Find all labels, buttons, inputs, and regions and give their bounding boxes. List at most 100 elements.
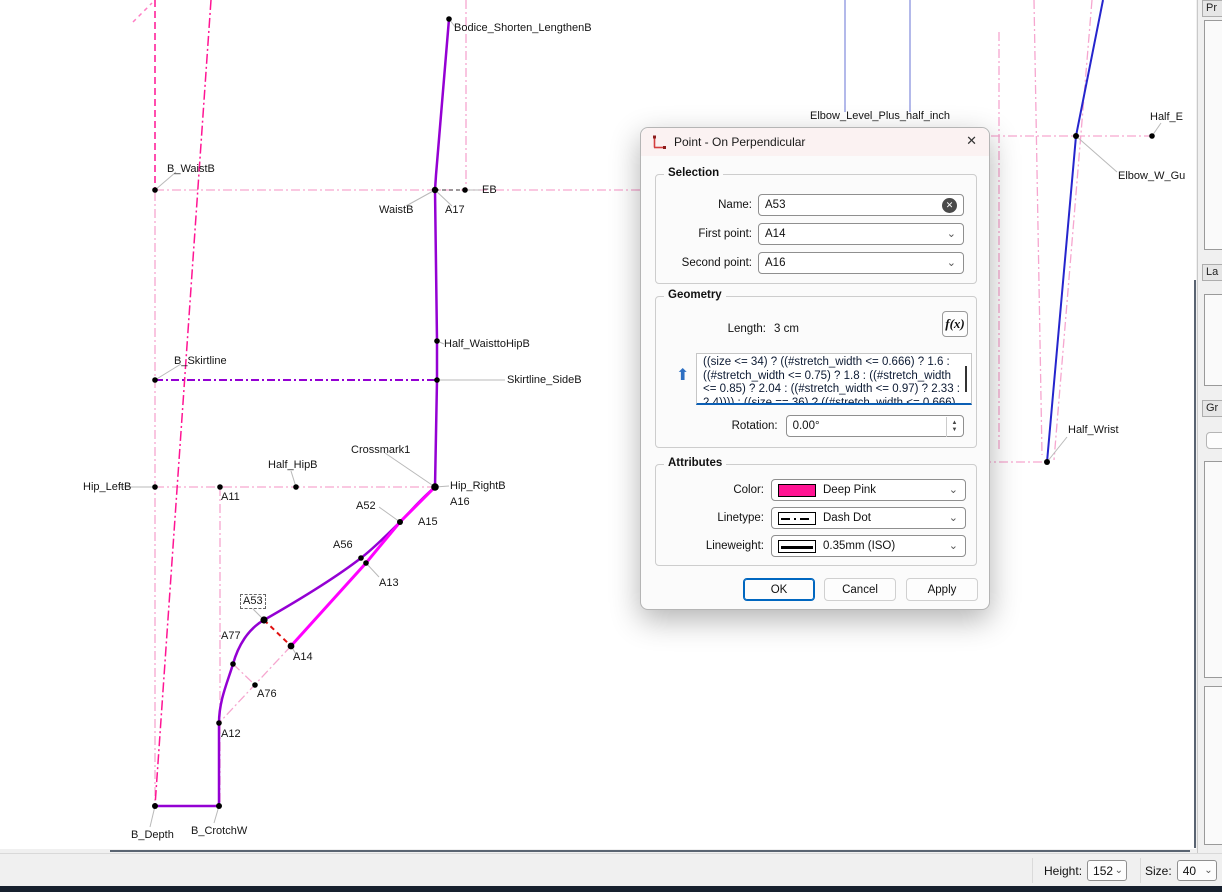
point-a15[interactable] xyxy=(397,519,403,525)
panel-listbox-4[interactable] xyxy=(1204,686,1222,845)
canvas-label-skirtline-sideb[interactable]: Skirtline_SideB xyxy=(507,374,582,387)
cancel-button[interactable]: Cancel xyxy=(824,578,896,601)
second-point-value: A16 xyxy=(765,257,785,269)
formula-input[interactable]: ((size <= 34) ? ((#stretch_width <= 0.66… xyxy=(696,353,972,405)
canvas-label-hip-leftb[interactable]: Hip_LeftB xyxy=(83,481,131,494)
point-a56[interactable] xyxy=(358,555,364,561)
pattern-outline[interactable] xyxy=(155,19,449,806)
point-bodice[interactable] xyxy=(446,16,452,22)
clear-icon[interactable]: ✕ xyxy=(942,198,957,213)
canvas-label-a11[interactable]: A11 xyxy=(221,491,240,504)
point-eb[interactable] xyxy=(462,187,468,193)
apply-button[interactable]: Apply xyxy=(906,578,978,601)
formula-scrollbar[interactable] xyxy=(965,366,967,392)
rotation-spinner[interactable]: ▲ ▼ xyxy=(946,417,962,437)
pattern-canvas[interactable]: Bodice_Shorten_LengthenB B_WaistB WaistB… xyxy=(0,0,1196,849)
panel-tab-groups[interactable]: Gr xyxy=(1202,400,1222,417)
point-a14[interactable] xyxy=(288,643,295,650)
canvas-label-hip-rightb[interactable]: Hip_RightB xyxy=(450,480,506,493)
close-icon[interactable]: ✕ xyxy=(966,133,977,149)
panel-listbox-3[interactable] xyxy=(1204,461,1222,678)
panel-listbox-2[interactable] xyxy=(1204,294,1222,386)
lineweight-select[interactable]: 0.35mm (ISO) ⌄ xyxy=(771,535,966,557)
horizontal-scrollbar[interactable] xyxy=(110,850,1190,852)
canvas-label-a13[interactable]: A13 xyxy=(379,577,399,590)
status-separator xyxy=(1032,858,1033,883)
size-select[interactable]: 40 ⌄ xyxy=(1177,860,1217,881)
point-a11[interactable] xyxy=(217,484,223,490)
expand-formula-icon[interactable]: ⬆ xyxy=(676,365,689,385)
point-b-depth[interactable] xyxy=(152,803,158,809)
point-a76[interactable] xyxy=(252,682,258,688)
canvas-label-a12[interactable]: A12 xyxy=(221,728,241,741)
point-half-hipb[interactable] xyxy=(293,484,299,490)
point-a77[interactable] xyxy=(230,661,236,667)
sleeve-seam-line xyxy=(1047,0,1103,462)
canvas-label-elbow-w-gusset[interactable]: Elbow_W_Gu xyxy=(1118,170,1185,183)
spin-down-icon[interactable]: ▼ xyxy=(952,427,958,434)
point-skirtline-sideb[interactable] xyxy=(434,377,440,383)
chevron-down-icon: ⌄ xyxy=(949,542,958,550)
canvas-label-b-waistb[interactable]: B_WaistB xyxy=(167,163,215,176)
construction-lines-pink xyxy=(133,0,211,806)
point-half-elbow[interactable] xyxy=(1149,133,1155,139)
canvas-label-a77[interactable]: A77 xyxy=(221,630,241,643)
canvas-label-half-wrist[interactable]: Half_Wrist xyxy=(1068,424,1119,437)
point-a13[interactable] xyxy=(363,560,369,566)
point-b-crotchw[interactable] xyxy=(216,803,222,809)
canvas-label-a16[interactable]: A16 xyxy=(450,496,470,509)
canvas-label-eb[interactable]: EB xyxy=(482,184,497,197)
canvas-label-a76[interactable]: A76 xyxy=(257,688,277,701)
rotation-input[interactable]: 0.00° ▲ ▼ xyxy=(786,415,964,437)
height-select[interactable]: 152 ⌄ xyxy=(1087,860,1127,881)
attributes-group: Attributes Color: Deep Pink ⌄ Linetype: … xyxy=(655,464,977,566)
formula-text: ((size <= 34) ? ((#stretch_width <= 0.66… xyxy=(703,356,960,405)
canvas-label-a56[interactable]: A56 xyxy=(333,539,353,552)
chevron-down-icon: ⌄ xyxy=(949,486,958,494)
name-input[interactable]: A53 ✕ xyxy=(758,194,964,216)
panel-mini-button[interactable] xyxy=(1206,432,1222,449)
formula-fx-button[interactable]: f(x) xyxy=(942,311,968,337)
first-point-value: A14 xyxy=(765,228,785,240)
status-separator xyxy=(1140,858,1141,883)
point-half-wrist[interactable] xyxy=(1044,459,1050,465)
ok-button[interactable]: OK xyxy=(743,578,815,601)
canvas-label-b-skirtline[interactable]: B_Skirtline xyxy=(174,355,227,368)
canvas-label-half-waisttohipb[interactable]: Half_WaisttoHipB xyxy=(444,338,530,351)
canvas-label-bodice[interactable]: Bodice_Shorten_LengthenB xyxy=(454,22,592,35)
point-half-waisttohipb[interactable] xyxy=(434,338,440,344)
canvas-label-half-hipb[interactable]: Half_HipB xyxy=(268,459,318,472)
point-a53[interactable] xyxy=(260,616,267,623)
canvas-label-a52[interactable]: A52 xyxy=(356,500,376,513)
canvas-label-half-elbow[interactable]: Half_E xyxy=(1150,111,1183,124)
linetype-select[interactable]: Dash Dot ⌄ xyxy=(771,507,966,529)
canvas-label-a14[interactable]: A14 xyxy=(293,651,313,664)
canvas-label-crossmark1[interactable]: Crossmark1 xyxy=(351,444,410,457)
point-b-skirtline[interactable] xyxy=(152,377,158,383)
name-input-value: A53 xyxy=(765,199,785,211)
second-point-select[interactable]: A16 ⌄ xyxy=(758,252,964,274)
height-control: Height: 152 ⌄ xyxy=(1044,860,1127,881)
spin-up-icon[interactable]: ▲ xyxy=(952,420,958,427)
point-hip-rightb[interactable] xyxy=(431,483,439,491)
panel-tab-layers[interactable]: La xyxy=(1202,264,1222,281)
point-elbow[interactable] xyxy=(1073,133,1079,139)
color-select[interactable]: Deep Pink ⌄ xyxy=(771,479,966,501)
canvas-label-a53-selected[interactable]: A53 xyxy=(240,594,266,609)
panel-listbox-1[interactable] xyxy=(1204,20,1222,250)
canvas-label-b-crotchw[interactable]: B_CrotchW xyxy=(191,825,247,838)
panel-tab-properties[interactable]: Pr xyxy=(1202,0,1222,17)
canvas-label-a17[interactable]: A17 xyxy=(445,204,465,217)
canvas-label-a15[interactable]: A15 xyxy=(418,516,438,529)
point-hip-leftb[interactable] xyxy=(152,484,158,490)
dialog-titlebar[interactable]: Point - On Perpendicular ✕ xyxy=(641,128,989,156)
canvas-label-b-depth[interactable]: B_Depth xyxy=(131,829,174,842)
point-b-waistb[interactable] xyxy=(152,187,158,193)
canvas-label-waistb[interactable]: WaistB xyxy=(379,204,413,217)
vertical-scrollbar[interactable] xyxy=(1194,280,1196,848)
canvas-label-elbow-level[interactable]: Elbow_Level_Plus_half_inch xyxy=(810,110,950,123)
first-point-select[interactable]: A14 ⌄ xyxy=(758,223,964,245)
point-waistb-a17[interactable] xyxy=(432,187,438,193)
point-a12[interactable] xyxy=(216,720,222,726)
linetype-label: Linetype: xyxy=(656,512,764,524)
